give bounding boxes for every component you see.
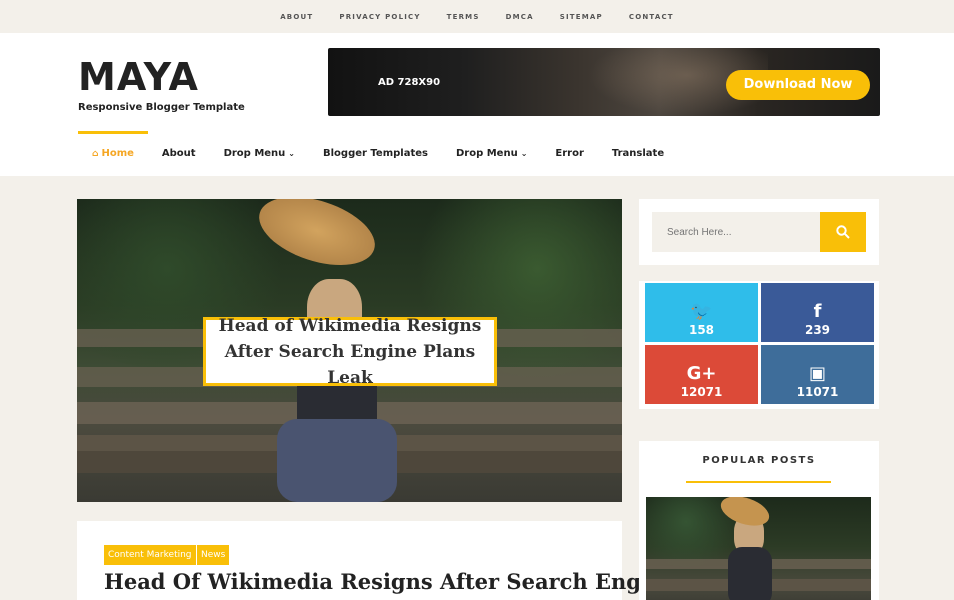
menu-item-drop-menu-1[interactable]: Drop Menu ⌄	[210, 131, 309, 176]
google-plus-count: 12071	[680, 385, 723, 399]
featured-post-title[interactable]: Head of Wikimedia Resigns After Search En…	[203, 315, 497, 388]
post-card: Content Marketing News Head Of Wikimedia…	[77, 521, 678, 600]
post-title[interactable]: Head Of Wikimedia Resigns After Search E…	[104, 569, 678, 594]
home-icon: ⌂	[92, 149, 99, 159]
heading-underline	[686, 481, 831, 483]
search-widget	[639, 199, 879, 265]
menu-item-about-label: About	[161, 148, 196, 159]
google-plus-icon: G+	[686, 363, 717, 384]
search-input[interactable]	[652, 212, 820, 252]
facebook-icon: f	[813, 301, 822, 322]
top-link-contact[interactable]: CONTACT	[629, 13, 674, 21]
top-link-privacy-policy[interactable]: PRIVACY POLICY	[339, 13, 420, 21]
main-menu: ⌂ Home About Drop Menu ⌄ Blogger Templates…	[78, 131, 678, 176]
social-tile-google-plus[interactable]: G+ 12071	[645, 345, 758, 404]
social-tile-twitter[interactable]: 🐦 158	[645, 283, 758, 342]
featured-post-image[interactable]: Head of Wikimedia Resigns After Search En…	[77, 199, 622, 502]
twitter-count: 158	[688, 323, 715, 337]
top-links-bar: ABOUT PRIVACY POLICY TERMS DMCA SITEMAP …	[0, 0, 954, 33]
featured-title-line-1: Head of Wikimedia Resigns	[218, 315, 482, 336]
tag-news[interactable]: News	[197, 545, 230, 565]
featured-title-line-2: After Search Engine Plans Leak	[224, 341, 476, 388]
tag-content-marketing[interactable]: Content Marketing	[104, 545, 196, 565]
menu-item-error[interactable]: Error	[541, 131, 598, 176]
top-link-dmca[interactable]: DMCA	[506, 13, 534, 21]
popular-posts-heading: POPULAR POSTS	[702, 455, 816, 466]
top-link-terms[interactable]: TERMS	[447, 13, 480, 21]
ad-banner[interactable]: AD 728X90 Download Now	[328, 48, 880, 116]
search-icon	[836, 225, 850, 239]
facebook-count: 239	[804, 323, 831, 337]
chevron-down-icon: ⌄	[520, 149, 528, 158]
site-logo[interactable]: MAYA	[78, 57, 199, 97]
search-button[interactable]	[820, 212, 866, 252]
menu-item-drop-menu-1-label: Drop Menu	[223, 148, 286, 159]
menu-item-blogger-templates-label: Blogger Templates	[323, 148, 428, 159]
menu-item-drop-menu-2[interactable]: Drop Menu ⌄	[442, 131, 541, 176]
social-tile-instagram[interactable]: ▣ 11071	[761, 345, 874, 404]
menu-item-blogger-templates[interactable]: Blogger Templates	[309, 131, 442, 176]
social-tile-facebook[interactable]: f 239	[761, 283, 874, 342]
person-figure	[728, 547, 772, 600]
menu-item-translate[interactable]: Translate	[598, 131, 678, 176]
chevron-down-icon: ⌄	[288, 149, 295, 158]
popular-post-image[interactable]	[646, 497, 871, 600]
top-link-about[interactable]: ABOUT	[280, 13, 313, 21]
popular-posts-widget: POPULAR POSTS	[639, 441, 879, 600]
site-tagline: Responsive Blogger Template	[78, 102, 245, 113]
download-now-button[interactable]: Download Now	[726, 70, 870, 100]
twitter-icon: 🐦	[690, 301, 713, 322]
ad-label: AD 728X90	[378, 77, 441, 88]
menu-item-translate-label: Translate	[611, 148, 665, 159]
menu-item-home[interactable]: ⌂ Home	[78, 131, 148, 176]
menu-item-home-label: Home	[101, 148, 134, 159]
social-counter-widget: 🐦 158 f 239 G+ 12071 ▣ 11071	[639, 281, 879, 409]
site-header: MAYA Responsive Blogger Template AD 728X…	[0, 33, 954, 176]
menu-item-error-label: Error	[555, 148, 584, 159]
menu-item-drop-menu-2-label: Drop Menu	[455, 148, 518, 159]
top-link-sitemap[interactable]: SITEMAP	[560, 13, 603, 21]
instagram-count: 11071	[796, 385, 839, 399]
menu-item-about[interactable]: About	[148, 131, 210, 176]
instagram-icon: ▣	[808, 363, 826, 384]
